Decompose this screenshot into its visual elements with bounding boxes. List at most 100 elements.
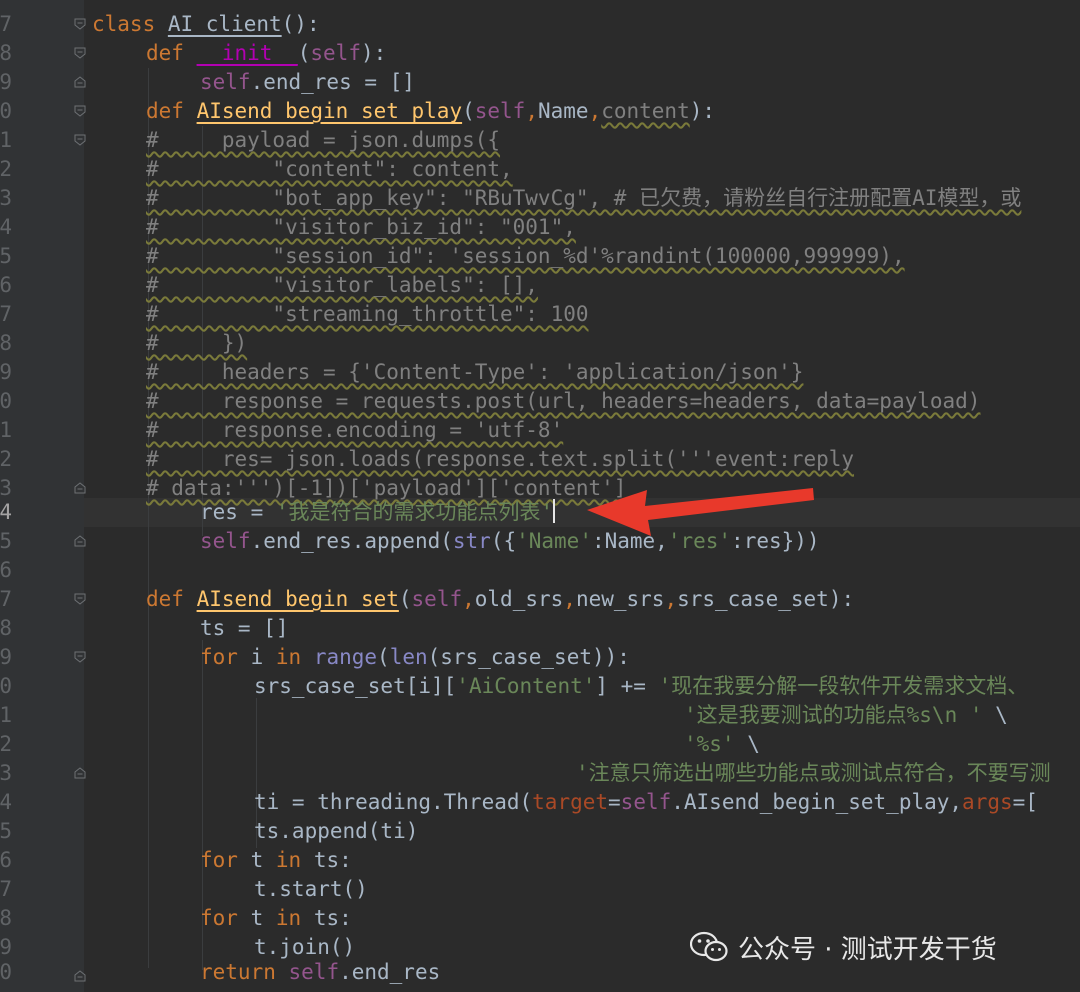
line-number: 2	[0, 732, 12, 756]
code-line[interactable]: ts = []	[200, 614, 289, 643]
fold-open-icon[interactable]	[74, 18, 86, 30]
code-token: ,	[563, 587, 576, 611]
code-line[interactable]: '这是我要测试的功能点%s\n ' \	[684, 701, 1008, 730]
line-number: 6	[0, 273, 12, 297]
code-line[interactable]: def AIsend_begin_set_play(self,Name,cont…	[146, 97, 715, 126]
line-number: 0	[0, 99, 12, 123]
code-token: \	[734, 732, 760, 756]
fold-open-icon[interactable]	[74, 651, 86, 663]
fold-open-icon[interactable]	[74, 105, 86, 117]
comment-line[interactable]: # payload = json.dumps({	[146, 126, 500, 155]
code-token: =[	[1012, 790, 1038, 814]
code-token: (	[398, 587, 412, 611]
fold-open-icon[interactable]	[74, 593, 86, 605]
fold-open-icon[interactable]	[74, 134, 86, 146]
line-number: 8	[0, 906, 12, 930]
param: old_srs	[474, 587, 564, 611]
code-token: ] +=	[595, 674, 659, 698]
code-token: ,	[462, 587, 475, 611]
line-number: 0	[0, 674, 12, 698]
line-number: 4	[0, 790, 12, 814]
code-token: \	[982, 703, 1008, 727]
keyword-arg: args	[962, 790, 1013, 814]
keyword: for	[200, 906, 251, 930]
code-line[interactable]: ts.append(ti)	[254, 817, 418, 846]
watermark: 公众号 · 测试开发干货	[690, 925, 997, 969]
code-editor[interactable]: 7890123456789012345678901234567890 class…	[0, 0, 1080, 992]
fold-open-icon[interactable]	[74, 47, 86, 59]
comment-line[interactable]: # })	[146, 329, 247, 358]
class-name: AI_client	[167, 12, 282, 36]
code-line[interactable]: def __init__(self):	[146, 39, 386, 68]
line-number: 8	[0, 331, 12, 355]
code-token: .end_res = []	[250, 70, 415, 94]
code-line[interactable]: self.end_res = []	[200, 68, 415, 97]
code-line[interactable]: '注意只筛选出哪些功能点或测试点符合，不要写测	[576, 759, 1051, 788]
line-number: 5	[0, 529, 12, 553]
code-line[interactable]: for t in ts:	[200, 904, 352, 933]
comment-line[interactable]: # headers = {'Content-Type': 'applicatio…	[146, 358, 803, 387]
code-line[interactable]: for i in range(len(srs_case_set)):	[200, 643, 630, 672]
line-number: 0	[0, 389, 12, 413]
line-number: 2	[0, 157, 12, 181]
keyword: for	[200, 848, 251, 872]
fold-close-icon[interactable]	[74, 767, 86, 779]
code-line[interactable]: srs_case_set[i]['AiContent'] += '现在我要分解一…	[254, 672, 1028, 701]
keyword: class	[92, 12, 168, 36]
line-number: 1	[0, 703, 12, 727]
code-token: ti = threading.Thread(	[254, 790, 533, 814]
comment-line[interactable]: # "visitor_biz_id": "001",	[146, 213, 576, 242]
builtin: range	[313, 645, 378, 669]
line-number: 5	[0, 244, 12, 268]
code-token: .AIsend_begin_set_play,	[671, 790, 963, 814]
fold-close-icon[interactable]	[74, 76, 86, 88]
line-number: 0	[0, 960, 12, 984]
wechat-icon	[690, 931, 728, 962]
string-literal: 'AiContent'	[456, 674, 596, 698]
code-token: (	[377, 645, 390, 669]
comment-line[interactable]: # response = requests.post(url, headers=…	[146, 387, 980, 416]
comment-line[interactable]: # res= json.loads(response.text.split(''…	[146, 445, 854, 474]
self-token: self	[288, 960, 340, 984]
param: Name	[537, 99, 589, 123]
self-token: self	[474, 99, 526, 123]
builtin: str	[452, 529, 491, 553]
code-line[interactable]: '%s' \	[684, 730, 760, 759]
line-gutter	[0, 0, 84, 992]
self-token: self	[310, 41, 361, 65]
line-number: 7	[0, 302, 12, 326]
text-caret	[553, 499, 556, 523]
comment-line[interactable]: # "bot_app_key": "RBuTwvCg", # 已欠费，请粉丝自行…	[146, 184, 1021, 213]
comment-line[interactable]: # response.encoding = 'utf-8'	[146, 416, 563, 445]
code-line[interactable]: def AIsend_begin_set(self,old_srs,new_sr…	[146, 585, 854, 614]
code-line[interactable]: ti = threading.Thread(target=self.AIsend…	[254, 788, 1038, 817]
line-number: 7	[0, 12, 12, 36]
code-token: ts:	[313, 906, 352, 930]
code-line[interactable]: class AI_client():	[92, 10, 320, 39]
function-name: __init__	[196, 41, 298, 65]
keyword-arg: target	[532, 790, 609, 814]
builtin: len	[389, 645, 428, 669]
code-token: ,	[525, 99, 538, 123]
fold-close-icon[interactable]	[74, 535, 86, 547]
code-token: t	[250, 848, 276, 872]
code-line[interactable]: t.start()	[254, 875, 368, 904]
code-line[interactable]: return self.end_res	[200, 958, 440, 987]
keyword: in	[275, 645, 314, 669]
code-token: ,	[664, 587, 678, 611]
string-literal: '%s'	[684, 732, 735, 756]
fold-close-icon[interactable]	[74, 970, 86, 982]
keyword: def	[146, 587, 197, 611]
param: content	[601, 99, 690, 123]
param: srs_case_set	[677, 587, 829, 611]
code-line[interactable]: for t in ts:	[200, 846, 352, 875]
comment-line[interactable]: # "streaming_throttle": 100	[146, 300, 589, 329]
comment-line[interactable]: # "visitor_labels": [],	[146, 271, 538, 300]
code-token: ):	[828, 587, 855, 611]
comment-line[interactable]: # "session_id": 'session_%d'%randint(100…	[146, 242, 905, 271]
fold-close-icon[interactable]	[74, 482, 86, 494]
code-line-current[interactable]: res = '我是符合的需求功能点列表'	[200, 498, 556, 527]
code-token: (srs_case_set)):	[427, 645, 630, 669]
line-number: 3	[0, 186, 12, 210]
comment-line[interactable]: # "content": content,	[146, 155, 513, 184]
